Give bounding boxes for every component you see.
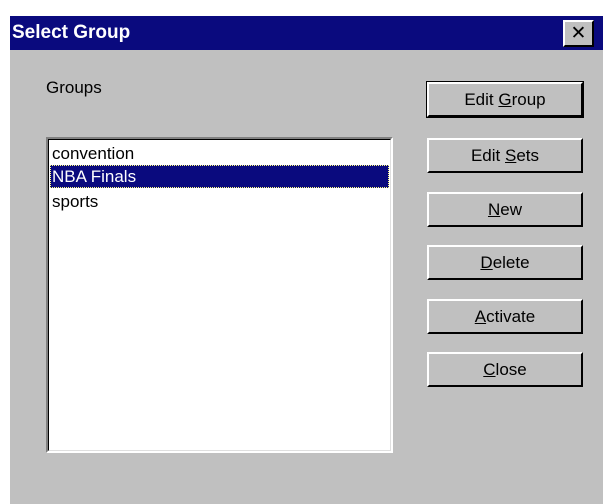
- edit-group-button[interactable]: Edit Group: [426, 81, 584, 118]
- edit-group-label-post: roup: [511, 89, 546, 109]
- activate-button[interactable]: Activate: [427, 299, 583, 334]
- list-item-selected[interactable]: NBA Finals: [50, 165, 389, 188]
- close-icon: ✕: [570, 22, 587, 44]
- edit-group-label-accel: G: [498, 89, 512, 109]
- activate-label-accel: A: [474, 306, 487, 326]
- edit-sets-label-pre: Edit: [470, 145, 505, 165]
- groups-listbox[interactable]: convention NBA Finals sports: [46, 137, 393, 453]
- edit-sets-button[interactable]: Edit Sets: [427, 138, 583, 173]
- close-window-button[interactable]: ✕: [563, 20, 594, 47]
- close-button[interactable]: Close: [427, 352, 583, 387]
- list-item[interactable]: convention: [50, 142, 389, 165]
- dialog-title: Select Group: [12, 22, 131, 43]
- edit-sets-label-post: ets: [516, 145, 540, 165]
- delete-label-post: elete: [492, 252, 530, 272]
- delete-label-accel: D: [480, 252, 493, 272]
- close-label-accel: C: [483, 359, 496, 379]
- close-label-post: lose: [495, 359, 527, 379]
- select-group-dialog: Select Group ✕ Groups convention NBA Fin…: [10, 16, 603, 504]
- groups-label: Groups: [46, 78, 102, 97]
- edit-sets-label-accel: S: [505, 145, 517, 165]
- new-label-accel: N: [487, 199, 501, 219]
- new-button[interactable]: New: [427, 192, 583, 227]
- delete-button[interactable]: Delete: [427, 245, 583, 280]
- new-label-post: ew: [500, 199, 522, 219]
- activate-label-post: ctivate: [486, 306, 536, 326]
- listbox-frame: convention NBA Finals sports: [48, 139, 391, 451]
- title-bar[interactable]: Select Group ✕: [10, 16, 603, 50]
- edit-group-label-pre: Edit: [464, 89, 499, 109]
- list-item[interactable]: sports: [50, 190, 389, 213]
